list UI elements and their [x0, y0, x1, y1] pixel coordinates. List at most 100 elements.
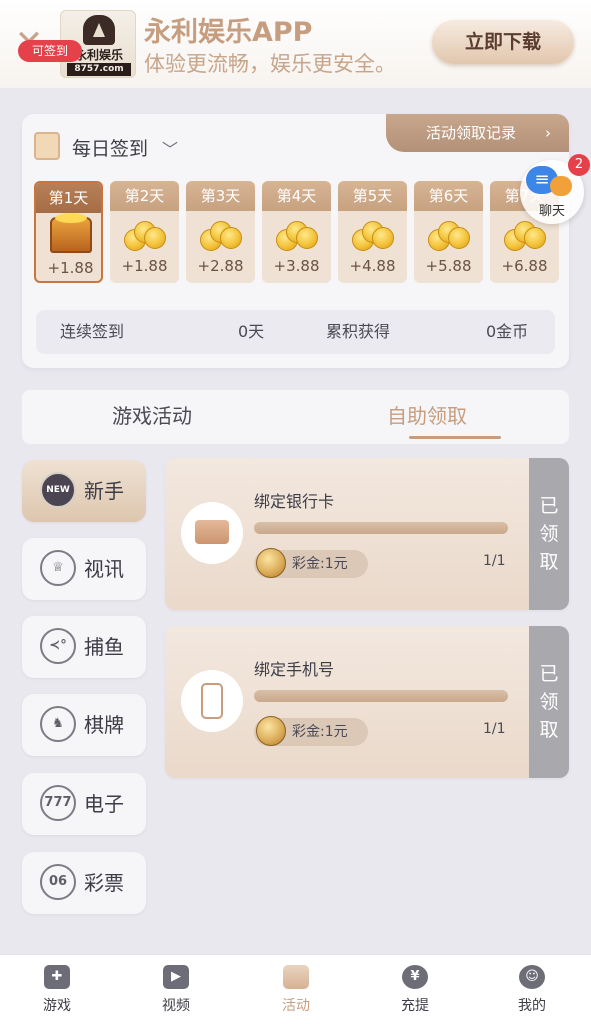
category-icon: ≺° [40, 628, 76, 664]
claimed-char: 已 [539, 495, 559, 517]
category-label: 新手 [84, 479, 124, 503]
signin-day-3[interactable]: 第3天 +2.88 [186, 181, 255, 283]
category-item-5[interactable]: 777 电子 [22, 773, 146, 835]
coin-icon [524, 227, 546, 249]
coins-icon [428, 217, 470, 251]
category-item-1[interactable]: NEW 新手 [22, 460, 146, 522]
signin-title[interactable]: 每日签到 [72, 134, 148, 161]
logo-domain: 8757.com [67, 63, 131, 76]
coins-icon [200, 217, 242, 251]
coins-icon [124, 217, 166, 251]
bank-card-icon [181, 502, 243, 564]
total-label: 累积获得 [326, 322, 391, 341]
activity-records-button[interactable]: 活动领取记录 › [386, 114, 569, 152]
task-progress-text: 1/1 [483, 721, 506, 737]
nav-glyph: ✚ [51, 969, 63, 984]
copper-coin-icon [256, 548, 286, 578]
category-item-3[interactable]: ≺° 捕鱼 [22, 616, 146, 678]
nav-item-gamepad[interactable]: ✚ 游戏 [12, 955, 102, 1024]
reward-text: 彩金:1元 [292, 724, 348, 740]
chat-bubble-secondary-icon [550, 176, 572, 196]
total-value: 0金币 [486, 322, 529, 341]
signin-day-1[interactable]: 第1天 +1.88 [34, 181, 103, 283]
coins-icon [352, 217, 394, 251]
day-label: 第5天 [338, 181, 407, 211]
task-progress-bar [254, 522, 508, 534]
day-amount: +1.88 [121, 257, 168, 275]
treasure-chest-icon [50, 213, 92, 253]
nav-item-yen[interactable]: ¥ 充提 [370, 955, 460, 1024]
signin-day-2[interactable]: 第2天 +1.88 [110, 181, 179, 283]
claimed-status-button[interactable]: 已领取 [529, 458, 569, 610]
day-amount: +6.88 [501, 257, 548, 275]
activity-tabs: 游戏活动 自助领取 [22, 390, 569, 444]
records-label: 活动领取记录 [426, 124, 517, 142]
category-label: 视讯 [84, 557, 124, 581]
chevron-down-icon[interactable]: ﹀ [162, 136, 178, 160]
signin-day-4[interactable]: 第4天 +3.88 [262, 181, 331, 283]
day-amount: +2.88 [197, 257, 244, 275]
day-label: 第1天 [36, 183, 101, 213]
signin-day-6[interactable]: 第6天 +5.88 [414, 181, 483, 283]
nav-label: 我的 [518, 998, 546, 1014]
category-label: 电子 [84, 792, 124, 816]
nav-label: 活动 [282, 998, 310, 1014]
task-title: 绑定手机号 [254, 660, 335, 679]
active-tab-underline [409, 436, 501, 439]
category-icon: ♞ [40, 706, 76, 742]
nav-glyph: ▶ [171, 969, 181, 984]
category-item-2[interactable]: ♕ 视讯 [22, 538, 146, 600]
coin-icon [296, 227, 318, 249]
nav-item-gift[interactable]: 活动 [251, 955, 341, 1024]
coins-icon [504, 217, 546, 251]
claimed-char: 已 [539, 663, 559, 685]
tab-game-activity[interactable]: 游戏活动 [112, 390, 192, 442]
reward-text: 彩金:1元 [292, 556, 348, 572]
claimed-char: 取 [539, 551, 559, 573]
coin-icon [144, 227, 166, 249]
day-label: 第6天 [414, 181, 483, 211]
claimed-status-button[interactable]: 已领取 [529, 626, 569, 778]
signin-day-5[interactable]: 第5天 +4.88 [338, 181, 407, 283]
day-label: 第4天 [262, 181, 331, 211]
card-shape [195, 520, 229, 544]
chat-unread-badge: 2 [568, 154, 590, 176]
bottom-navigation: ✚ 游戏 ▶ 视频 活动 ¥ 充提 ☺ 我的 [0, 954, 591, 1024]
gift-icon [283, 965, 309, 989]
day-label: 第3天 [186, 181, 255, 211]
streak-value: 0天 [238, 322, 265, 341]
category-icon: 777 [40, 785, 76, 821]
task-progress-bar [254, 690, 508, 702]
task-progress-text: 1/1 [483, 553, 506, 569]
category-label: 彩票 [84, 871, 124, 895]
category-label: 捕鱼 [84, 635, 124, 659]
nav-label: 视频 [162, 998, 190, 1014]
nav-item-user[interactable]: ☺ 我的 [487, 955, 577, 1024]
task-reward: 彩金:1元 [254, 716, 368, 746]
user-icon: ☺ [519, 965, 545, 989]
can-sign-badge: 可签到 [18, 40, 82, 62]
claimed-char: 领 [539, 523, 559, 545]
task-title: 绑定银行卡 [254, 492, 335, 511]
day-amount: +4.88 [349, 257, 396, 275]
download-button[interactable]: 立即下载 [432, 20, 574, 64]
nav-item-video[interactable]: ▶ 视频 [131, 955, 221, 1024]
task-card: 绑定银行卡彩金:1元 1/1 已领取 [165, 458, 569, 610]
nav-glyph: ¥ [410, 969, 420, 984]
app-download-banner: ✕ 永利娱乐 8757.com 永利娱乐APP 体验更流畅，娱乐更安全。 立即下… [0, 0, 591, 88]
signin-days-row: 第1天 +1.88 第2天 +1.88 第3天 +2.88 第4天 +3.88 第5天 +4.88… [34, 181, 569, 285]
coins-icon [276, 217, 318, 251]
category-item-6[interactable]: 06 彩票 [22, 852, 146, 914]
day-amount: +1.88 [47, 259, 94, 277]
nav-label: 充提 [401, 998, 429, 1014]
phone-shape [201, 683, 223, 719]
tab-self-claim[interactable]: 自助领取 [387, 390, 467, 442]
task-reward: 彩金:1元 [254, 548, 368, 578]
calendar-pen-icon [34, 132, 60, 160]
coin-icon [448, 227, 470, 249]
phone-icon [181, 670, 243, 732]
daily-signin-card: 每日签到 ﹀ 活动领取记录 › 第1天 +1.88 第2天 +1.88 第3天 +2.88… [22, 114, 569, 368]
chat-button[interactable]: 聊天 2 [520, 154, 590, 224]
category-item-4[interactable]: ♞ 棋牌 [22, 694, 146, 756]
day-amount: +3.88 [273, 257, 320, 275]
